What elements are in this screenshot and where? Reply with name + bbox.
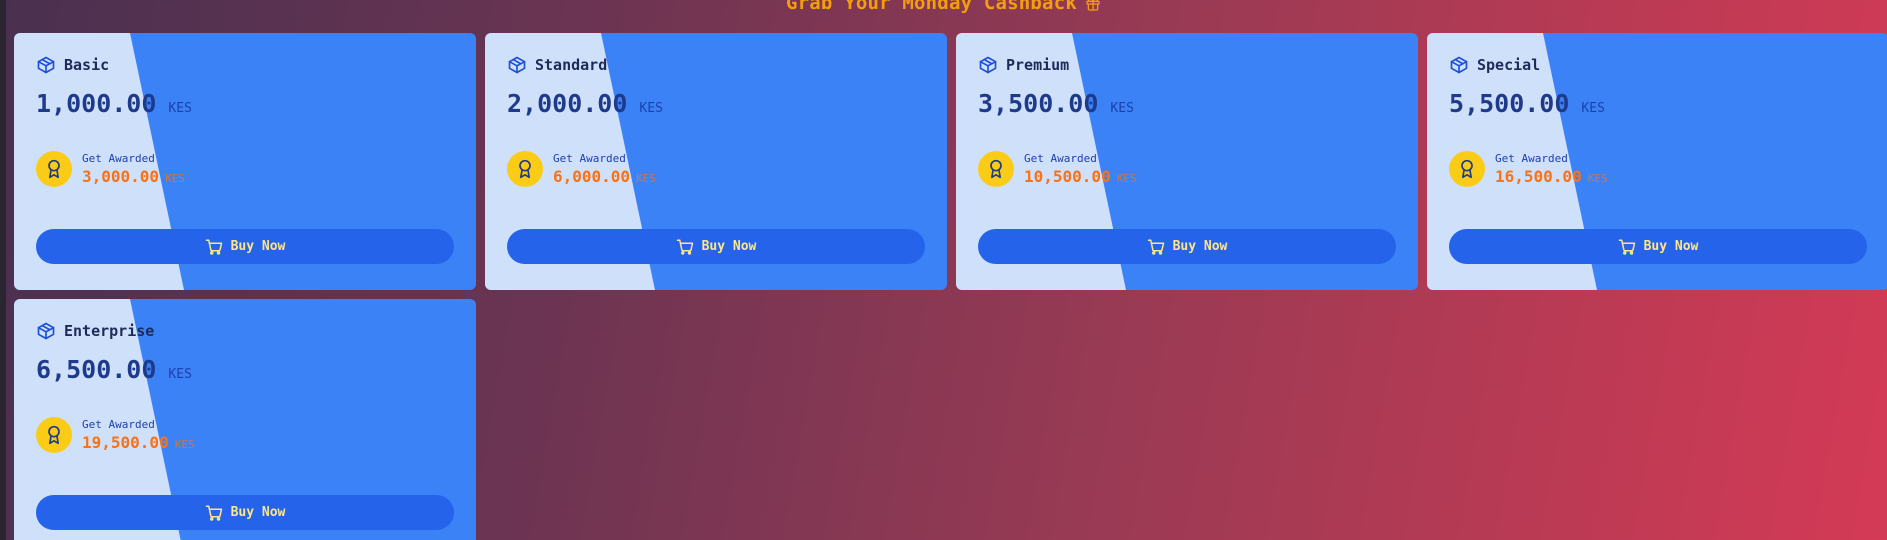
award-amount: 19,500.00 <box>82 433 169 452</box>
award-currency: KES <box>174 438 195 451</box>
plan-name: Special <box>1477 56 1541 74</box>
buy-now-button[interactable]: Buy Now <box>978 229 1396 264</box>
award-amount: 16,500.00 <box>1495 167 1582 186</box>
buy-now-label: Buy Now <box>230 239 286 254</box>
plan-price: 5,500.00 <box>1449 89 1570 118</box>
award-icon <box>515 159 535 179</box>
plan-name: Standard <box>535 56 608 74</box>
box-icon <box>36 321 56 341</box>
award-currency: KES <box>1587 172 1608 185</box>
buy-now-label: Buy Now <box>701 239 757 254</box>
buy-now-button[interactable]: Buy Now <box>1449 229 1867 264</box>
award-icon <box>986 159 1006 179</box>
buy-now-label: Buy Now <box>1643 239 1699 254</box>
plan-card-standard: Standard 2,000.00 KES Get Awarded 6,000.… <box>485 33 947 290</box>
award-icon <box>1457 159 1477 179</box>
award-label: Get Awarded <box>82 152 155 165</box>
award-icon <box>44 159 64 179</box>
box-icon <box>978 55 998 75</box>
cart-icon <box>676 238 694 256</box>
award-badge <box>36 417 72 453</box>
award-icon <box>44 425 64 445</box>
window-edge <box>0 0 6 540</box>
award-label: Get Awarded <box>1495 152 1568 165</box>
award-badge <box>978 151 1014 187</box>
page-header: Grab Your Monday Cashback <box>0 0 1887 14</box>
plan-card-enterprise: Enterprise 6,500.00 KES Get Awarded 19,5… <box>14 299 476 540</box>
plan-currency: KES <box>1110 101 1134 116</box>
plan-currency: KES <box>168 101 192 116</box>
cart-icon <box>205 504 223 522</box>
award-amount: 3,000.00 <box>82 167 160 186</box>
buy-now-label: Buy Now <box>230 505 286 520</box>
plan-card-premium: Premium 3,500.00 KES Get Awarded 10,500.… <box>956 33 1418 290</box>
award-badge <box>507 151 543 187</box>
plan-card-special: Special 5,500.00 KES Get Awarded 16,500.… <box>1427 33 1887 290</box>
buy-now-button[interactable]: Buy Now <box>36 495 454 530</box>
buy-now-button[interactable]: Buy Now <box>507 229 925 264</box>
cart-icon <box>1147 238 1165 256</box>
box-icon <box>36 55 56 75</box>
plan-name: Premium <box>1006 56 1070 74</box>
plan-price: 3,500.00 <box>978 89 1099 118</box>
buy-now-button[interactable]: Buy Now <box>36 229 454 264</box>
gift-icon <box>1085 0 1101 12</box>
award-currency: KES <box>1116 172 1137 185</box>
buy-now-label: Buy Now <box>1172 239 1228 254</box>
plan-currency: KES <box>1581 101 1605 116</box>
cart-icon <box>1618 238 1636 256</box>
award-badge <box>36 151 72 187</box>
plan-name: Enterprise <box>64 322 155 340</box>
box-icon <box>1449 55 1469 75</box>
award-currency: KES <box>165 172 185 185</box>
award-label: Get Awarded <box>1024 152 1097 165</box>
award-badge <box>1449 151 1485 187</box>
plan-card-basic: Basic 1,000.00 KES Get Awarded 3,000.00 … <box>14 33 476 290</box>
award-label: Get Awarded <box>82 418 155 431</box>
award-amount: 6,000.00 <box>553 167 631 186</box>
cart-icon <box>205 238 223 256</box>
plan-price: 6,500.00 <box>36 355 157 384</box>
page-title: Grab Your Monday Cashback <box>786 0 1077 14</box>
plan-currency: KES <box>168 367 192 382</box>
award-label: Get Awarded <box>553 152 626 165</box>
award-currency: KES <box>636 172 656 185</box>
plan-name: Basic <box>64 56 110 74</box>
plan-currency: KES <box>639 101 663 116</box>
box-icon <box>507 55 527 75</box>
award-amount: 10,500.00 <box>1024 167 1111 186</box>
plan-price: 2,000.00 <box>507 89 628 118</box>
plan-price: 1,000.00 <box>36 89 157 118</box>
